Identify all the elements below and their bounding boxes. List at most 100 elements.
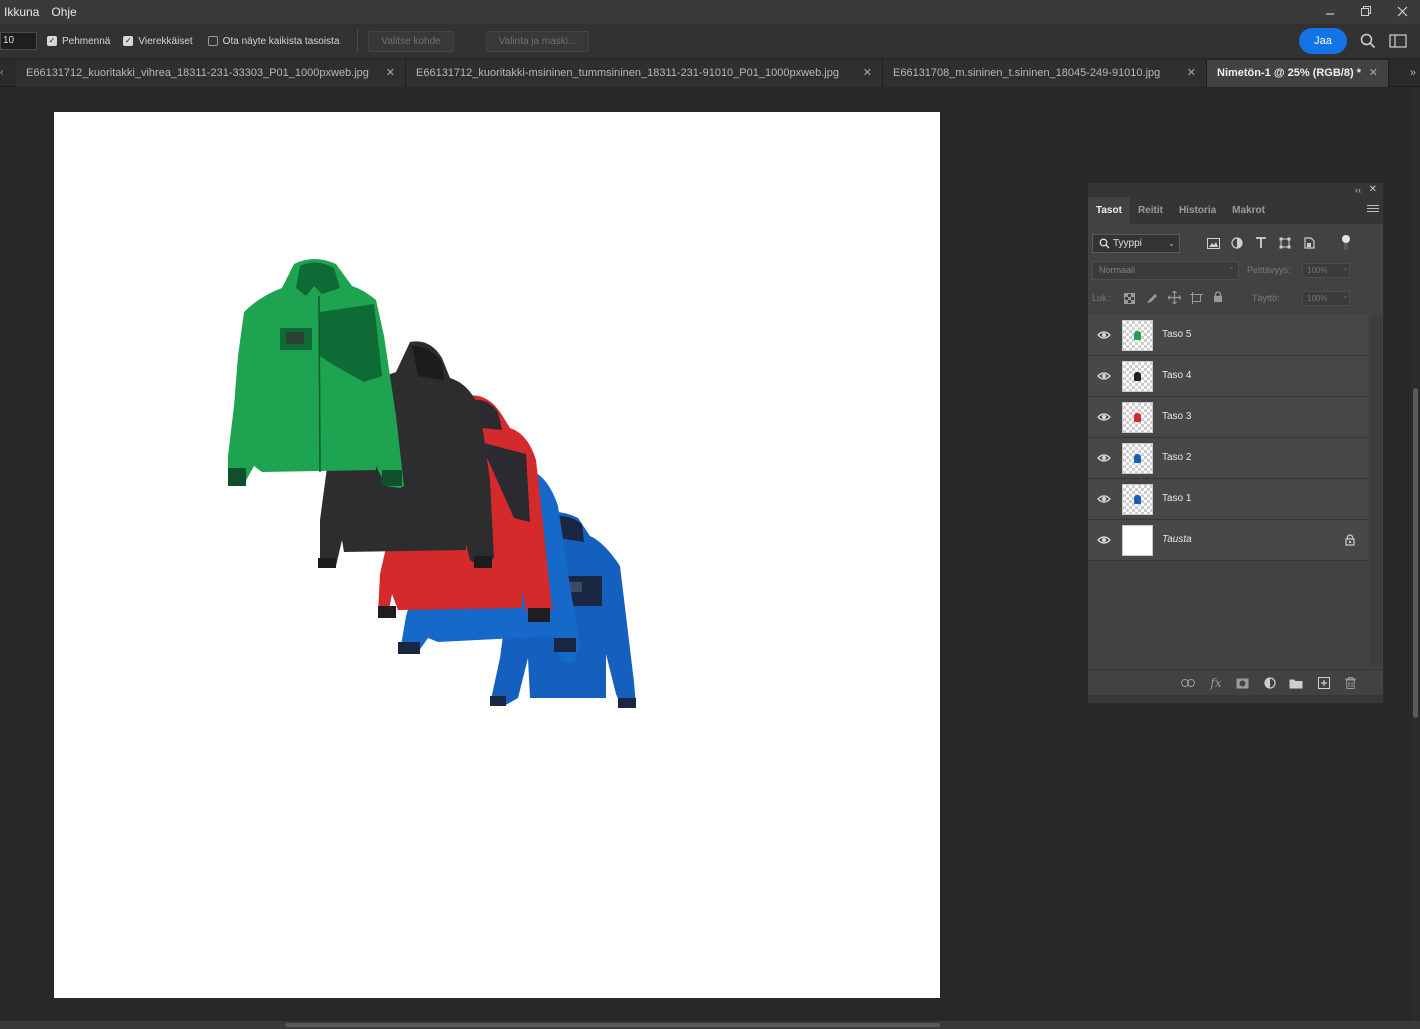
close-panel-icon[interactable]: ✕ [1369, 183, 1377, 197]
layer-row[interactable]: Taso 4 [1088, 356, 1368, 397]
menu-window[interactable]: Ikkuna [0, 0, 45, 24]
filter-type-icon[interactable] [1253, 235, 1269, 251]
layer-name[interactable]: Tausta [1162, 520, 1192, 560]
delete-layer-icon[interactable] [1342, 675, 1358, 691]
panel-footer: fx [1088, 669, 1383, 695]
chevron-down-icon: ⌄ [1228, 262, 1235, 271]
lock-transparent-pixels-icon[interactable] [1124, 293, 1135, 304]
lock-label: Luk.: [1092, 293, 1112, 303]
layer-row[interactable]: Taso 2 [1088, 438, 1368, 479]
tab-history[interactable]: Historia [1171, 197, 1224, 224]
layer-thumbnail [1122, 525, 1153, 556]
lock-icon[interactable] [1345, 534, 1355, 546]
layer-name[interactable]: Taso 5 [1162, 315, 1191, 355]
document-tab-bar: ‹ E66131712_kuoritakki_vihrea_18311-231-… [0, 60, 1420, 87]
share-button[interactable]: Jaa [1299, 28, 1347, 54]
document-tab[interactable]: E66131712_kuoritakki-msininen_tummsinine… [406, 60, 883, 87]
layers-scrollbar[interactable] [1370, 315, 1382, 667]
layer-row[interactable]: Taso 5 [1088, 315, 1368, 356]
minimize-icon[interactable] [1312, 0, 1348, 22]
layer-thumbnail-content [1134, 413, 1141, 422]
document-canvas[interactable] [54, 112, 940, 998]
filter-smart-object-icon[interactable] [1301, 235, 1317, 251]
filter-adjustment-icon[interactable] [1229, 235, 1245, 251]
contiguous-label: Vierekkäiset [138, 35, 193, 47]
filter-type-label: Tyyppi [1113, 238, 1142, 249]
tab-overflow-icon[interactable]: » [1410, 60, 1416, 86]
fill-label: Täyttö: [1252, 293, 1280, 303]
tab-close-icon[interactable]: ✕ [1187, 60, 1196, 86]
layer-filter-row: Tyyppi ⌄ [1088, 231, 1383, 255]
anti-alias-checkbox[interactable]: ✓ Pehmennä [47, 36, 110, 47]
link-layers-icon[interactable] [1180, 675, 1196, 691]
contiguous-checkbox[interactable]: ✓ Vierekkäiset [123, 35, 193, 47]
add-mask-icon[interactable] [1234, 675, 1250, 691]
restore-icon[interactable] [1348, 0, 1384, 22]
tab-actions[interactable]: Makrot [1224, 197, 1273, 224]
document-tab-active[interactable]: Nimetön-1 @ 25% (RGB/8) * ✕ [1207, 60, 1389, 87]
tab-title: E66131712_kuoritakki-msininen_tummsinine… [416, 67, 839, 79]
scrollbar-thumb[interactable] [285, 1023, 940, 1027]
eye-icon[interactable] [1097, 370, 1111, 382]
workspace-icon[interactable] [1388, 31, 1408, 51]
eye-icon[interactable] [1097, 534, 1111, 546]
layer-thumbnail [1122, 443, 1153, 474]
scrollbar-thumb[interactable] [1413, 388, 1418, 718]
eye-icon[interactable] [1097, 411, 1111, 423]
eye-icon[interactable] [1097, 329, 1111, 341]
new-layer-icon[interactable] [1316, 675, 1332, 691]
close-icon[interactable] [1384, 0, 1420, 22]
menu-help[interactable]: Ohje [45, 0, 82, 24]
filter-pixel-icon[interactable] [1205, 235, 1221, 251]
layer-row[interactable]: Taso 1 [1088, 479, 1368, 520]
blend-mode-select[interactable]: Normaali [1092, 261, 1239, 280]
chevron-down-icon: ⌄ [1168, 239, 1175, 248]
layer-thumbnail-content [1134, 372, 1141, 381]
sample-all-layers-checkbox[interactable]: Ota näyte kaikista tasoista [207, 36, 339, 47]
layer-name[interactable]: Taso 1 [1162, 479, 1191, 519]
tab-title: E66131708_m.sininen_t.sininen_18045-249-… [893, 67, 1161, 79]
tab-close-icon[interactable]: ✕ [386, 60, 395, 86]
layer-row[interactable]: Taso 3 [1088, 397, 1368, 438]
panel-menu-icon[interactable] [1367, 205, 1379, 215]
lock-artboard-icon[interactable] [1190, 292, 1203, 304]
layer-thumbnail-content [1134, 495, 1141, 504]
collapse-panel-icon[interactable]: ‹‹ [1355, 183, 1361, 197]
document-tab[interactable]: E66131712_kuoritakki_vihrea_18311-231-33… [16, 60, 406, 87]
layer-thumbnail [1122, 402, 1153, 433]
layer-effects-icon[interactable]: fx [1208, 675, 1224, 691]
checkbox-checked-icon: ✓ [123, 36, 134, 46]
tab-close-icon[interactable]: ✕ [863, 60, 872, 86]
lock-position-icon[interactable] [1168, 291, 1181, 304]
eye-icon[interactable] [1097, 452, 1111, 464]
tab-scroll-left-icon[interactable]: ‹ [0, 60, 10, 87]
new-group-icon[interactable] [1288, 675, 1304, 691]
lock-image-pixels-icon[interactable] [1146, 292, 1158, 304]
layer-name[interactable]: Taso 3 [1162, 397, 1191, 437]
layer-name[interactable]: Taso 4 [1162, 356, 1191, 396]
select-and-mask-button[interactable]: Valinta ja maski... [485, 30, 590, 52]
tab-close-icon[interactable]: ✕ [1369, 60, 1378, 86]
new-adjustment-layer-icon[interactable] [1262, 675, 1278, 691]
search-icon [1099, 238, 1110, 249]
layers-panel: ‹‹ ✕ Tasot Reitit Historia Makrot Tyyppi… [1087, 182, 1384, 704]
filter-toggle-icon[interactable] [1338, 235, 1354, 251]
lock-row: Luk.: Täyttö: 100% ⌄ [1088, 289, 1383, 309]
layer-thumbnail-content [1134, 331, 1141, 340]
layer-name[interactable]: Taso 2 [1162, 438, 1191, 478]
panel-header[interactable]: ‹‹ ✕ [1088, 183, 1383, 197]
tolerance-input[interactable]: 10 [0, 32, 37, 50]
tab-paths[interactable]: Reitit [1130, 197, 1171, 224]
layer-row-background[interactable]: Tausta [1088, 520, 1368, 561]
document-tab[interactable]: E66131708_m.sininen_t.sininen_18045-249-… [883, 60, 1207, 87]
filter-type-select[interactable]: Tyyppi ⌄ [1092, 234, 1180, 253]
tab-layers[interactable]: Tasot [1088, 197, 1130, 224]
select-subject-button[interactable]: Valitse kohde [368, 30, 454, 52]
horizontal-scrollbar[interactable] [0, 1021, 1420, 1029]
eye-icon[interactable] [1097, 493, 1111, 505]
panel-resize-edge[interactable] [1088, 695, 1383, 703]
search-icon[interactable] [1358, 31, 1378, 51]
filter-shape-icon[interactable] [1277, 235, 1293, 251]
lock-all-icon[interactable] [1213, 291, 1223, 303]
vertical-scrollbar[interactable] [1411, 88, 1420, 1022]
